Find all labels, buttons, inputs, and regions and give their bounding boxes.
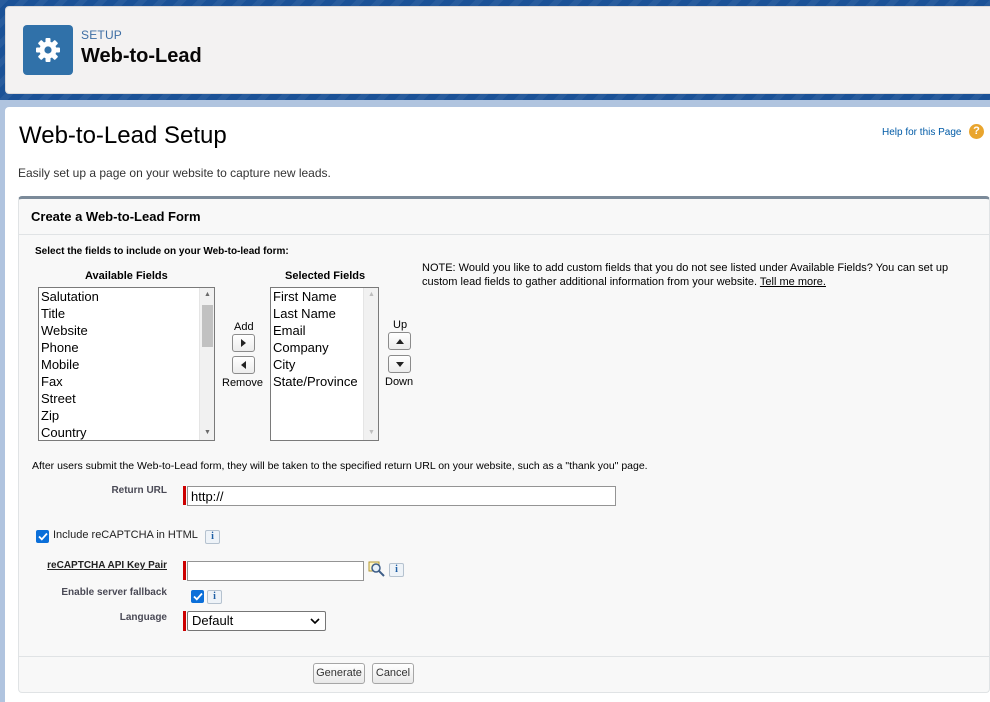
list-option[interactable]: Last Name <box>271 305 378 322</box>
language-label: Language <box>119 612 167 623</box>
remove-label: Remove <box>222 377 263 389</box>
remove-button[interactable] <box>232 356 255 374</box>
down-label: Down <box>385 376 414 388</box>
down-arrow-icon <box>395 361 404 367</box>
scroll-up-arrow[interactable]: ▲ <box>200 288 214 302</box>
up-arrow-icon <box>395 338 404 344</box>
return-url-label: Return URL <box>111 485 167 496</box>
available-scrollbar[interactable]: ▲ ▼ <box>199 288 214 440</box>
list-option[interactable]: Phone <box>39 339 214 356</box>
tell-me-more-link[interactable]: Tell me more. <box>760 276 826 288</box>
page-header: SETUP Web-to-Lead <box>5 6 990 94</box>
return-url-info: After users submit the Web-to-Lead form,… <box>32 460 648 472</box>
scroll-down-arrow[interactable]: ▼ <box>364 426 378 440</box>
list-option[interactable]: Street <box>39 390 214 407</box>
up-label: Up <box>393 319 408 331</box>
list-option[interactable]: Website <box>39 322 214 339</box>
move-up-button[interactable] <box>388 332 411 350</box>
required-indicator <box>183 561 186 580</box>
note-text: NOTE: Would you like to add custom field… <box>422 262 949 288</box>
scroll-up-arrow[interactable]: ▲ <box>364 288 378 302</box>
api-key-label[interactable]: reCAPTCHA API Key Pair <box>33 560 167 571</box>
page-description: Easily set up a page on your website to … <box>18 166 331 180</box>
return-url-input[interactable] <box>187 486 616 506</box>
recaptcha-info-icon[interactable]: i <box>205 530 220 544</box>
add-button[interactable] <box>232 334 255 352</box>
server-fallback-checkbox[interactable] <box>191 590 204 603</box>
selected-scrollbar[interactable]: ▲ ▼ <box>363 288 378 440</box>
list-option[interactable]: Country <box>39 424 214 440</box>
help-icon[interactable]: ? <box>969 124 984 139</box>
check-icon <box>192 592 203 601</box>
breadcrumb[interactable]: SETUP <box>81 28 122 42</box>
panel-body: Select the fields to include on your Web… <box>19 235 989 657</box>
gear-icon <box>36 38 60 62</box>
cancel-button[interactable]: Cancel <box>372 663 414 684</box>
list-option[interactable]: Salutation <box>39 288 214 305</box>
panel-header: Create a Web-to-Lead Form <box>19 199 989 235</box>
move-down-button[interactable] <box>388 355 411 373</box>
main-content: Web-to-Lead Setup Help for this Page ? E… <box>5 107 990 702</box>
setup-gear-tile <box>23 25 73 75</box>
available-options: Salutation Title Website Phone Mobile Fax Stre… <box>39 288 214 440</box>
scroll-down-arrow[interactable]: ▼ <box>200 426 214 440</box>
list-option[interactable]: Email <box>271 322 378 339</box>
check-icon <box>37 532 48 541</box>
panel-footer: Generate Cancel <box>19 656 989 693</box>
list-option[interactable]: Fax <box>39 373 214 390</box>
section-title: Create a Web-to-Lead Form <box>31 209 201 224</box>
list-option[interactable]: City <box>271 356 378 373</box>
api-key-input[interactable] <box>187 561 364 581</box>
language-select[interactable]: Default <box>187 611 326 631</box>
recaptcha-label: Include reCAPTCHA in HTML <box>53 529 198 541</box>
list-option[interactable]: First Name <box>271 288 378 305</box>
list-option[interactable]: Company <box>271 339 378 356</box>
language-value: Default <box>192 613 234 628</box>
available-fields-list[interactable]: Salutation Title Website Phone Mobile Fax Stre… <box>38 287 215 441</box>
available-fields-heading: Available Fields <box>85 270 168 282</box>
api-key-info-icon[interactable]: i <box>389 563 404 577</box>
chevron-down-icon <box>310 618 320 625</box>
list-option[interactable]: Zip <box>39 407 214 424</box>
selected-options: First Name Last Name Email Company City State… <box>271 288 378 390</box>
lookup-icon[interactable] <box>368 561 386 577</box>
list-option[interactable]: Mobile <box>39 356 214 373</box>
form-panel: Create a Web-to-Lead Form Select the fie… <box>18 196 990 693</box>
help-link[interactable]: Help for this Page <box>882 127 962 138</box>
generate-button[interactable]: Generate <box>313 663 365 684</box>
selected-fields-heading: Selected Fields <box>285 270 366 282</box>
header-title: Web-to-Lead <box>81 45 202 67</box>
custom-fields-note: NOTE: Would you like to add custom field… <box>422 261 982 289</box>
left-arrow-icon <box>241 361 246 369</box>
server-fallback-label: Enable server fallback <box>61 587 167 598</box>
server-fallback-info-icon[interactable]: i <box>207 590 222 604</box>
required-indicator <box>183 486 186 505</box>
required-indicator <box>183 611 186 631</box>
right-arrow-icon <box>241 339 246 347</box>
add-label: Add <box>234 321 254 333</box>
field-instructions: Select the fields to include on your Web… <box>35 246 289 257</box>
list-option[interactable]: State/Province <box>271 373 378 390</box>
selected-fields-list[interactable]: First Name Last Name Email Company City State… <box>270 287 379 441</box>
scroll-thumb[interactable] <box>202 305 213 347</box>
list-option[interactable]: Title <box>39 305 214 322</box>
page-title: Web-to-Lead Setup <box>19 122 227 149</box>
recaptcha-checkbox[interactable] <box>36 530 49 543</box>
